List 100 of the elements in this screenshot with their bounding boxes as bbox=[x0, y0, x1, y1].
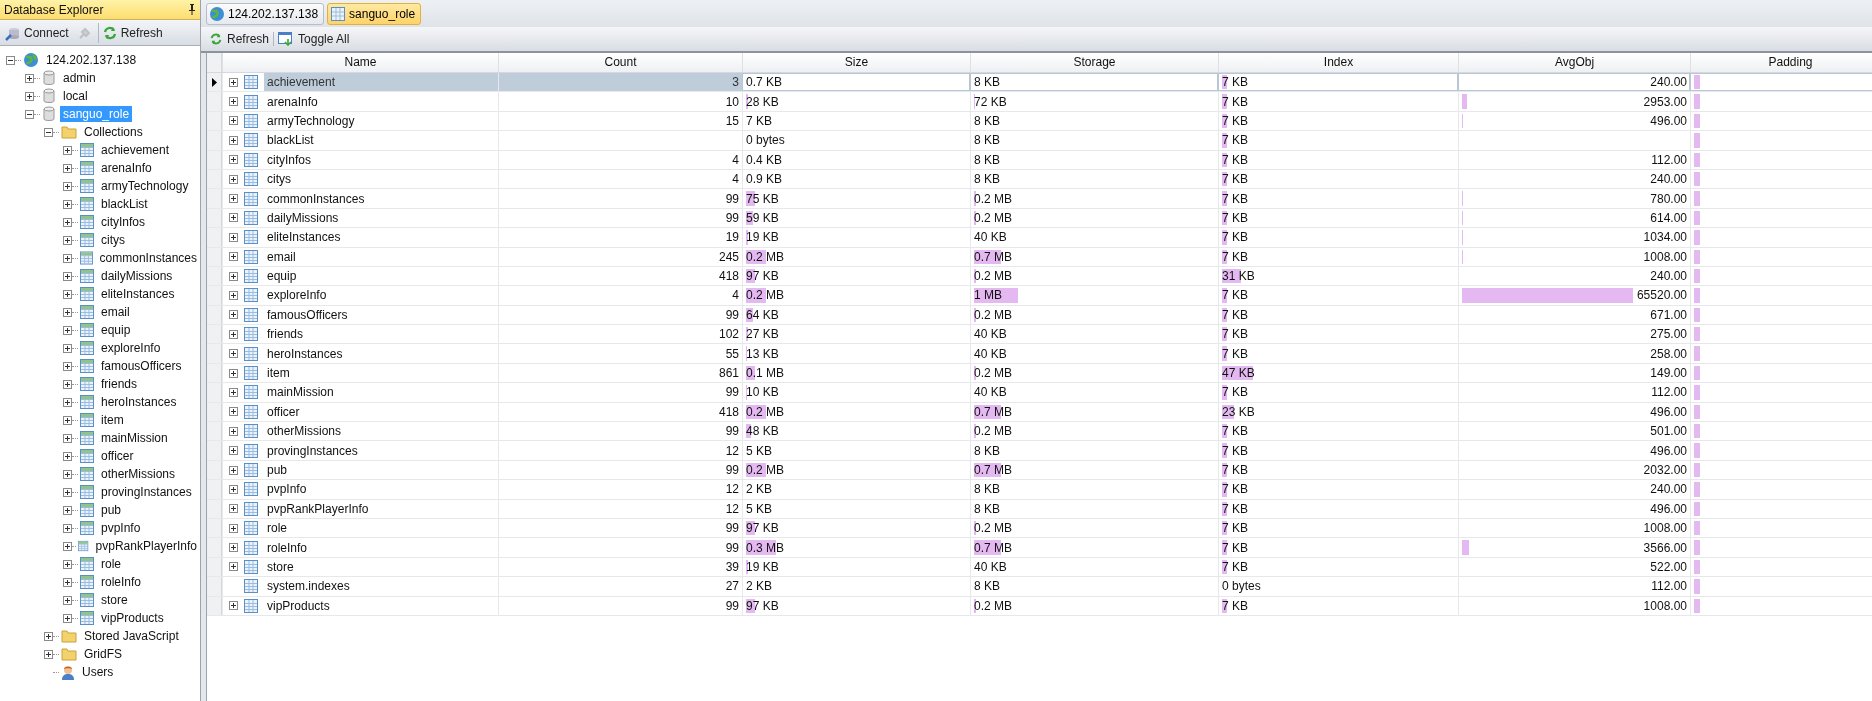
expand-icon[interactable] bbox=[63, 217, 72, 227]
expand-icon[interactable] bbox=[63, 487, 72, 497]
tree-item[interactable]: admin bbox=[60, 70, 99, 86]
collapse-icon[interactable] bbox=[44, 127, 53, 137]
column-header[interactable]: Name bbox=[222, 53, 498, 72]
expand-icon[interactable] bbox=[229, 232, 238, 242]
expand-icon[interactable] bbox=[229, 368, 238, 378]
expand-icon[interactable] bbox=[63, 235, 72, 245]
expand-icon[interactable] bbox=[229, 523, 238, 533]
expand-icon[interactable] bbox=[44, 649, 53, 659]
tree-item[interactable]: roleInfo bbox=[98, 574, 145, 590]
expand-icon[interactable] bbox=[229, 543, 238, 553]
tree-item[interactable]: GridFS bbox=[81, 646, 125, 662]
expand-icon[interactable] bbox=[229, 77, 238, 87]
column-header[interactable]: AvgObj bbox=[1458, 53, 1690, 72]
expand-icon[interactable] bbox=[229, 194, 238, 204]
expand-icon[interactable] bbox=[229, 426, 238, 436]
expand-icon[interactable] bbox=[229, 504, 238, 514]
expand-icon[interactable] bbox=[63, 559, 72, 569]
expand-icon[interactable] bbox=[63, 433, 72, 443]
tree-item[interactable]: achievement bbox=[98, 142, 173, 158]
expand-icon[interactable] bbox=[229, 252, 238, 262]
expand-icon[interactable] bbox=[63, 325, 72, 335]
expand-icon[interactable] bbox=[229, 601, 238, 611]
column-header[interactable]: Size bbox=[742, 53, 970, 72]
column-header[interactable]: Index bbox=[1218, 53, 1458, 72]
pin-icon[interactable] bbox=[188, 4, 196, 15]
expand-icon[interactable] bbox=[229, 291, 238, 300]
column-header[interactable]: Storage bbox=[970, 53, 1218, 72]
expand-icon[interactable] bbox=[63, 289, 72, 299]
tree-item[interactable]: friends bbox=[98, 376, 141, 392]
expand-icon[interactable] bbox=[229, 135, 238, 145]
collapse-icon[interactable] bbox=[25, 109, 34, 119]
tree-item[interactable]: email bbox=[98, 304, 133, 320]
expand-icon[interactable] bbox=[229, 349, 238, 359]
expand-icon[interactable] bbox=[63, 307, 72, 317]
row-header[interactable] bbox=[207, 73, 222, 92]
expand-icon[interactable] bbox=[63, 505, 72, 515]
expand-icon[interactable] bbox=[229, 407, 238, 417]
tree-item[interactable]: 124.202.137.138 bbox=[43, 52, 140, 68]
expand-icon[interactable] bbox=[229, 213, 238, 223]
expand-icon[interactable] bbox=[229, 97, 238, 107]
tree-item[interactable]: exploreInfo bbox=[98, 340, 164, 356]
tree-item[interactable]: armyTechnology bbox=[98, 178, 192, 194]
expand-icon[interactable] bbox=[229, 465, 238, 475]
refresh-button[interactable]: Refresh bbox=[97, 22, 166, 43]
tree-item[interactable]: pvpInfo bbox=[98, 520, 144, 536]
expand-icon[interactable] bbox=[229, 155, 238, 165]
tab[interactable]: sanguo_role bbox=[327, 2, 422, 25]
expand-icon[interactable] bbox=[63, 469, 72, 479]
expand-icon[interactable] bbox=[63, 343, 72, 353]
expand-icon[interactable] bbox=[63, 451, 72, 461]
expand-icon[interactable] bbox=[25, 91, 34, 101]
tree-item[interactable]: dailyMissions bbox=[98, 268, 176, 284]
tree-item[interactable]: item bbox=[98, 412, 127, 428]
expand-icon[interactable] bbox=[229, 310, 238, 320]
tree-item[interactable]: eliteInstances bbox=[98, 286, 178, 302]
expand-icon[interactable] bbox=[229, 271, 238, 281]
expand-icon[interactable] bbox=[44, 631, 53, 641]
tree-item[interactable]: cityInfos bbox=[98, 214, 148, 230]
expand-icon[interactable] bbox=[229, 329, 238, 339]
expand-icon[interactable] bbox=[63, 199, 72, 209]
column-header[interactable]: Count bbox=[498, 53, 742, 72]
tree-item[interactable]: pvpRankPlayerInfo bbox=[92, 538, 200, 554]
tree-item[interactable]: officer bbox=[98, 448, 137, 464]
expand-icon[interactable] bbox=[63, 523, 72, 533]
connect-button[interactable]: Connect bbox=[2, 22, 72, 43]
tree-item[interactable]: famousOfficers bbox=[98, 358, 185, 374]
tree-item[interactable]: citys bbox=[98, 232, 128, 248]
expand-icon[interactable] bbox=[63, 271, 72, 281]
expand-icon[interactable] bbox=[63, 577, 72, 587]
expand-icon[interactable] bbox=[63, 145, 72, 155]
expand-icon[interactable] bbox=[229, 484, 238, 494]
tree-item[interactable]: mainMission bbox=[98, 430, 171, 446]
expand-icon[interactable] bbox=[63, 181, 72, 191]
tree-item[interactable]: arenaInfo bbox=[98, 160, 155, 176]
expand-icon[interactable] bbox=[229, 174, 238, 184]
expand-icon[interactable] bbox=[229, 562, 238, 572]
tree-item[interactable]: otherMissions bbox=[98, 466, 179, 482]
tree-item[interactable]: local bbox=[60, 88, 91, 104]
tree-item[interactable]: equip bbox=[98, 322, 134, 338]
tree-item[interactable]: Users bbox=[79, 664, 117, 680]
expand-icon[interactable] bbox=[63, 397, 72, 407]
tree-item[interactable]: commonInstances bbox=[96, 250, 200, 266]
tree-item[interactable]: store bbox=[98, 592, 131, 608]
expand-icon[interactable] bbox=[229, 387, 238, 397]
tree-item[interactable]: vipProducts bbox=[98, 610, 167, 626]
tree-item[interactable]: Collections bbox=[81, 124, 146, 140]
collapse-icon[interactable] bbox=[6, 55, 15, 65]
expand-icon[interactable] bbox=[63, 415, 72, 425]
tree-item[interactable]: Stored JavaScript bbox=[81, 628, 182, 644]
expand-icon[interactable] bbox=[229, 116, 238, 126]
column-header[interactable]: Padding bbox=[1690, 53, 1872, 72]
expand-icon[interactable] bbox=[63, 163, 72, 173]
expand-icon[interactable] bbox=[63, 541, 72, 551]
refresh-button[interactable]: Refresh bbox=[205, 32, 274, 46]
tree-item[interactable]: blackList bbox=[98, 196, 151, 212]
expand-icon[interactable] bbox=[25, 73, 34, 83]
expand-icon[interactable] bbox=[63, 361, 72, 371]
tree-item[interactable]: role bbox=[98, 556, 124, 572]
